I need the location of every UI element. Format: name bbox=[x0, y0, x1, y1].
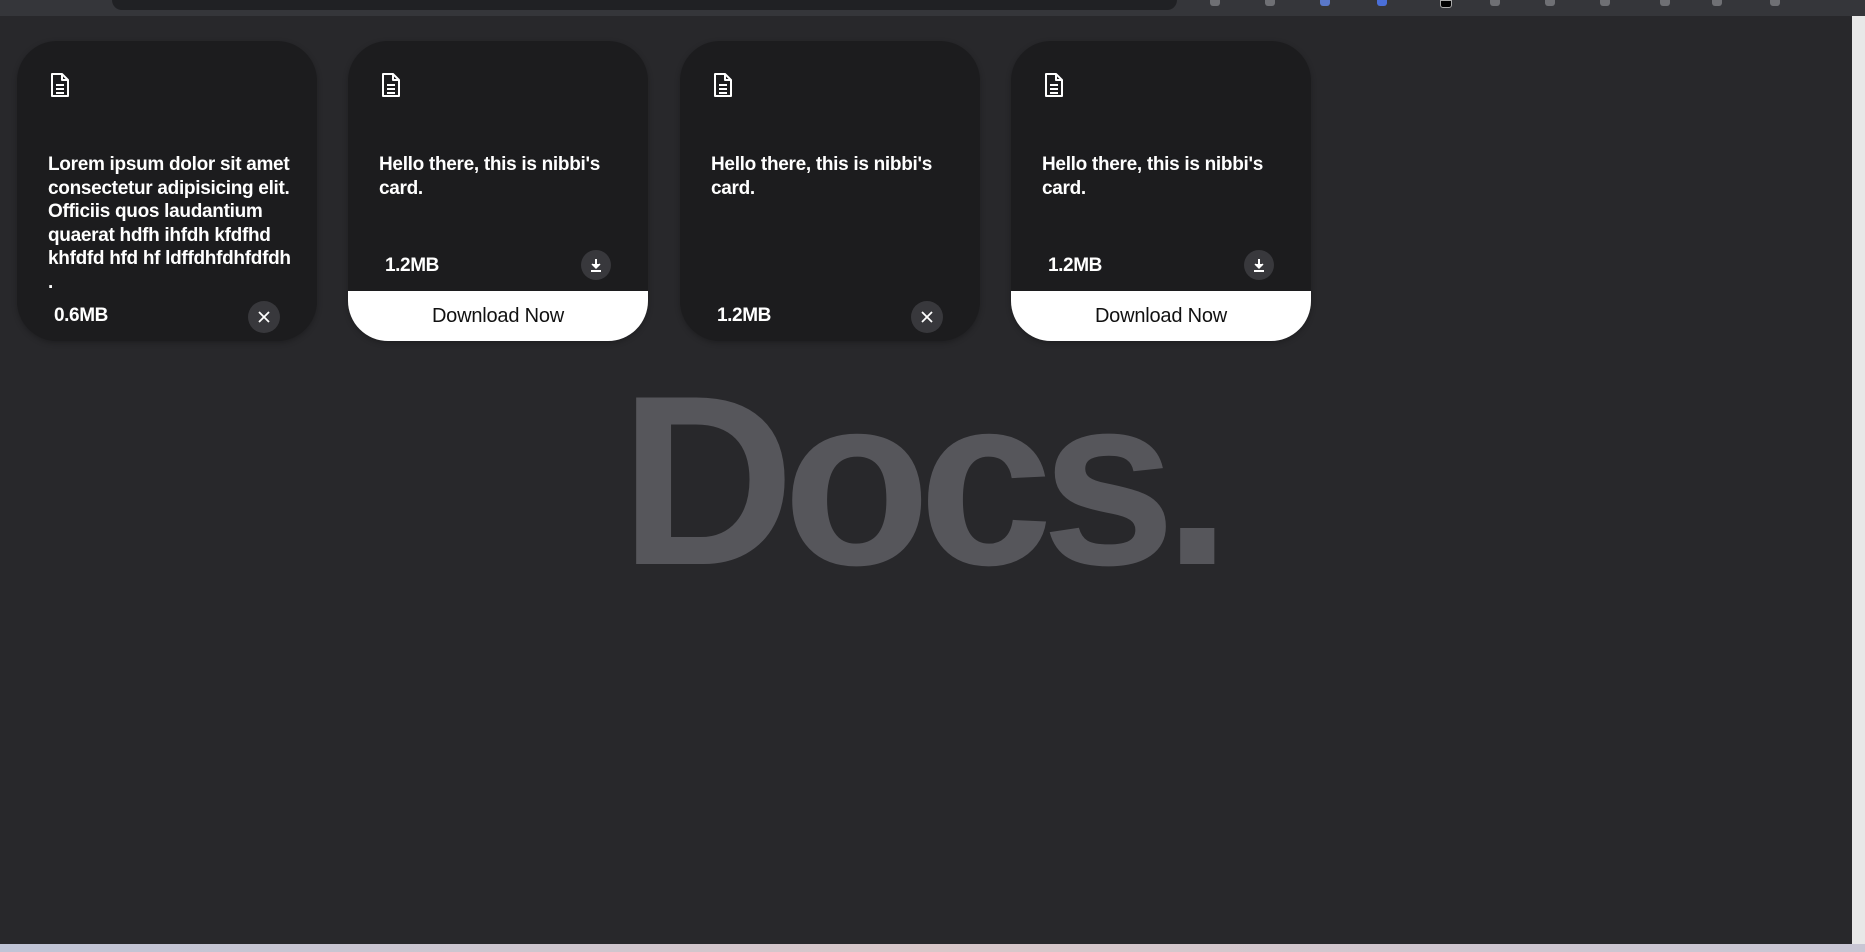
download-now-button[interactable]: Download Now bbox=[1011, 291, 1311, 341]
extension-icon[interactable] bbox=[1490, 0, 1500, 6]
card-description: Hello there, this is nibbi's card. bbox=[711, 154, 932, 199]
browser-toolbar bbox=[0, 0, 1865, 16]
page-viewport: s. Docs. Lorem ipsum dolor sit amet cons… bbox=[0, 16, 1852, 944]
download-icon bbox=[581, 258, 611, 272]
profile-icon[interactable] bbox=[1770, 0, 1780, 6]
file-size: 1.2MB bbox=[717, 305, 771, 326]
extension-icon[interactable] bbox=[1712, 0, 1722, 6]
file-card[interactable]: Lorem ipsum dolor sit amet consectetur a… bbox=[17, 41, 317, 341]
card-footer: 0.6MB bbox=[17, 291, 317, 341]
extension-icon[interactable] bbox=[1600, 0, 1610, 6]
download-icon bbox=[1244, 258, 1274, 272]
card-footer: 1.2MB bbox=[680, 291, 980, 341]
file-size: 0.6MB bbox=[54, 305, 108, 326]
extension-icon[interactable] bbox=[1265, 0, 1275, 6]
document-icon bbox=[48, 72, 72, 98]
taskbar-edge bbox=[0, 944, 1865, 952]
document-icon bbox=[379, 72, 403, 98]
document-icon bbox=[1042, 72, 1066, 98]
close-button[interactable] bbox=[248, 301, 280, 333]
extension-icon[interactable] bbox=[1545, 0, 1555, 6]
file-card[interactable]: Hello there, this is nibbi's card. 1.2MB D… bbox=[348, 41, 648, 341]
close-icon bbox=[248, 311, 280, 323]
download-now-button[interactable]: Download Now bbox=[348, 291, 648, 341]
card-footer: 1.2MB bbox=[1011, 241, 1311, 291]
extension-icon[interactable] bbox=[1660, 0, 1670, 6]
card-description: Lorem ipsum dolor sit amet consectetur a… bbox=[48, 154, 291, 293]
background-title: Docs. bbox=[620, 346, 1231, 616]
file-size: 1.2MB bbox=[1048, 255, 1102, 276]
file-card[interactable]: Hello there, this is nibbi's card. 1.2MB D… bbox=[1011, 41, 1311, 341]
extension-icon[interactable] bbox=[1440, 0, 1452, 8]
extension-icon[interactable] bbox=[1377, 0, 1387, 6]
document-icon bbox=[711, 72, 735, 98]
file-card[interactable]: Hello there, this is nibbi's card. 1.2MB bbox=[680, 41, 980, 341]
window-edge bbox=[1852, 16, 1865, 944]
download-button[interactable] bbox=[581, 250, 611, 280]
close-button[interactable] bbox=[911, 301, 943, 333]
extension-icon[interactable] bbox=[1210, 0, 1220, 6]
extension-icon[interactable] bbox=[1320, 0, 1330, 6]
address-bar[interactable] bbox=[112, 0, 1177, 10]
card-description: Hello there, this is nibbi's card. bbox=[1042, 154, 1263, 199]
card-footer: 1.2MB bbox=[348, 241, 648, 291]
close-icon bbox=[911, 311, 943, 323]
download-button[interactable] bbox=[1244, 250, 1274, 280]
file-size: 1.2MB bbox=[385, 255, 439, 276]
card-description: Hello there, this is nibbi's card. bbox=[379, 154, 600, 199]
